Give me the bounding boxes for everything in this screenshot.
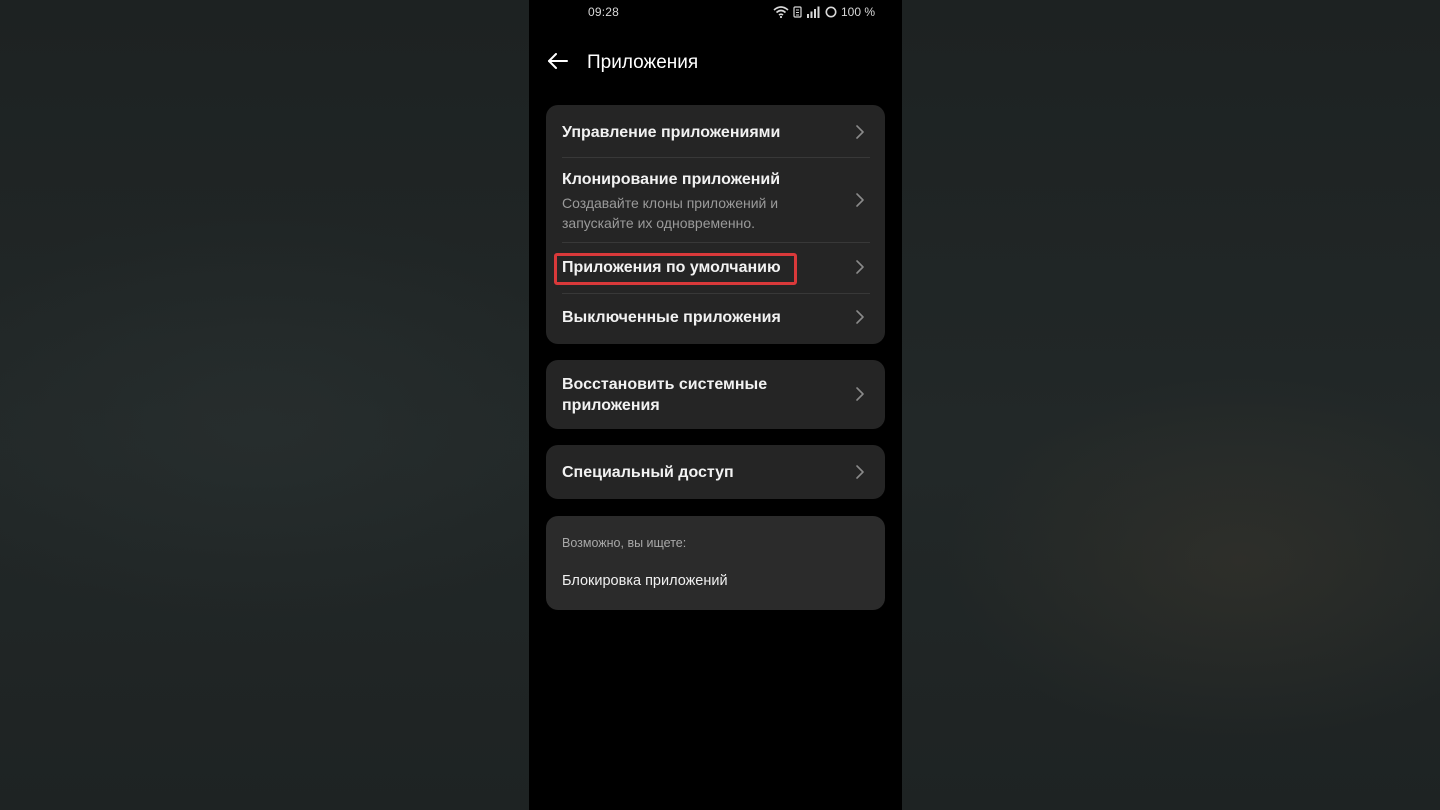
list-item-special-access[interactable]: Специальный доступ — [546, 445, 885, 499]
suggestion-app-lock[interactable]: Блокировка приложений — [562, 573, 728, 589]
suggestions-label: Возможно, вы ищете: — [562, 536, 687, 550]
sim-icon — [793, 6, 802, 18]
row-title: Специальный доступ — [562, 464, 734, 481]
list-item-restore-system-apps[interactable]: Восстановить системные приложения — [546, 360, 885, 429]
chevron-right-icon — [856, 193, 864, 207]
chevron-right-icon — [856, 125, 864, 139]
wifi-icon — [773, 6, 789, 18]
page-title: Приложения — [587, 52, 699, 73]
row-title: Выключенные приложения — [562, 309, 781, 326]
settings-group-restore: Восстановить системные приложения — [546, 360, 885, 429]
settings-group-apps: Управление приложениями Клонирование при… — [546, 105, 885, 344]
suggestions-card: Возможно, вы ищете: Блокировка приложени… — [546, 516, 885, 610]
settings-group-special: Специальный доступ — [546, 445, 885, 499]
status-time: 09:28 — [588, 5, 620, 19]
battery-percent: 100 % — [840, 5, 875, 19]
back-button[interactable] — [543, 48, 573, 78]
list-item-disabled-apps[interactable]: Выключенные приложения — [546, 294, 885, 344]
row-title: Восстановить системные приложения — [562, 376, 768, 414]
row-title: Приложения по умолчанию — [562, 259, 781, 276]
header: Приложения — [529, 44, 902, 82]
phone-screen: 09:28 100 % Приложения Управление прилож… — [529, 0, 902, 810]
chevron-right-icon — [856, 387, 864, 401]
list-item-default-apps[interactable]: Приложения по умолчанию — [546, 243, 885, 293]
row-title: Управление приложениями — [562, 124, 781, 141]
signal-icon — [806, 6, 821, 18]
arrow-left-icon — [547, 52, 569, 74]
chevron-right-icon — [856, 310, 864, 324]
row-title: Клонирование приложений — [562, 171, 781, 188]
status-bar: 09:28 100 % — [529, 0, 902, 24]
chevron-right-icon — [856, 260, 864, 274]
list-item-app-cloning[interactable]: Клонирование приложений Создавайте клоны… — [546, 158, 885, 242]
status-icons: 100 % — [773, 4, 875, 20]
battery-icon — [825, 6, 837, 18]
list-item-app-management[interactable]: Управление приложениями — [546, 105, 885, 158]
row-subtitle: Создавайте клоны приложений и запускайте… — [562, 195, 779, 231]
chevron-right-icon — [856, 465, 864, 479]
